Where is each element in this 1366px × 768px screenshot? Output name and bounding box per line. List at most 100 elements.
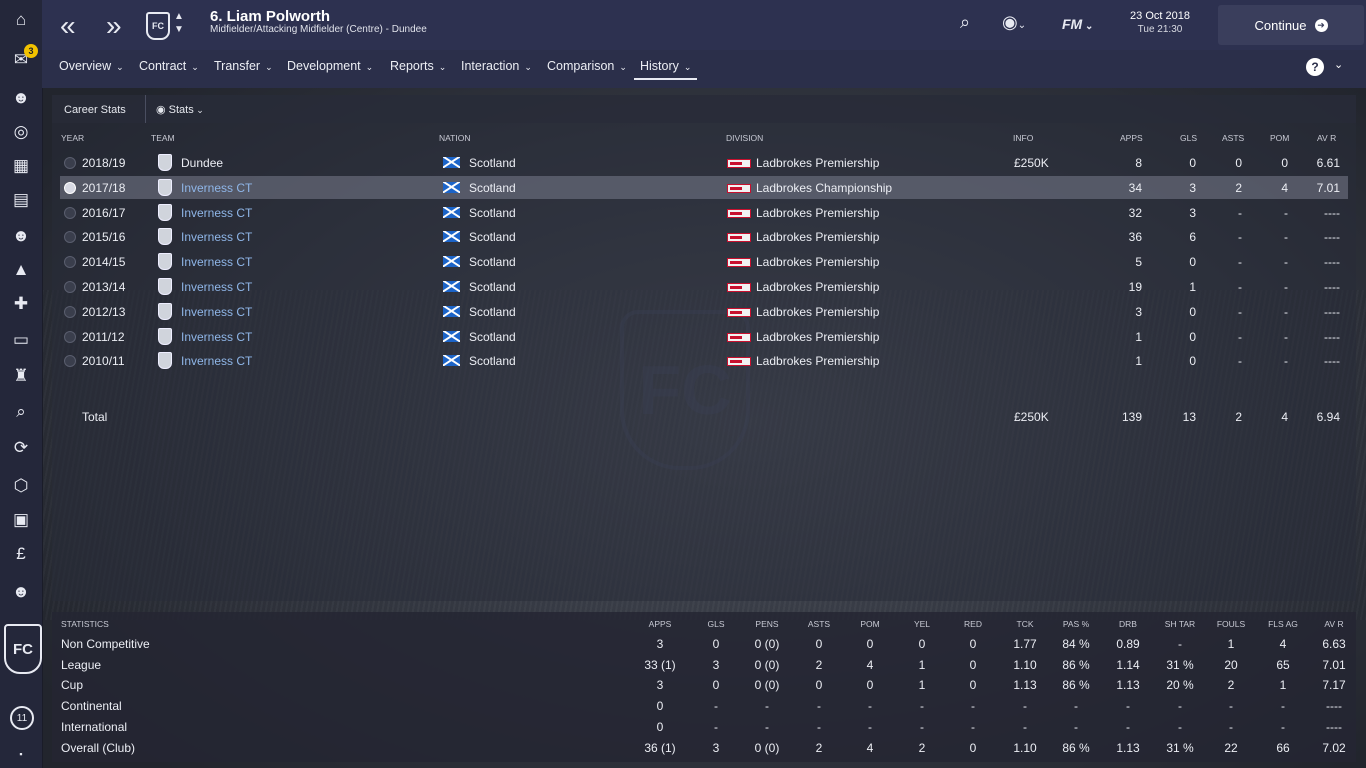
table-row[interactable]: 2017/18 Inverness CT Scotland Ladbrokes Cha… <box>60 175 1348 199</box>
nation-cell[interactable]: Scotland <box>469 206 516 220</box>
search-icon[interactable]: ⌕ <box>960 12 970 33</box>
stats-col-header[interactable]: SH TAR <box>1155 619 1205 629</box>
col-pom[interactable]: POM <box>1270 133 1289 143</box>
col-year[interactable]: YEAR <box>61 133 84 143</box>
tab-interaction[interactable]: Interaction ⌄ <box>461 59 532 73</box>
nation-cell[interactable]: Scotland <box>469 280 516 294</box>
squad-icon[interactable]: ☻ <box>9 86 33 110</box>
division-cell[interactable]: Ladbrokes Premiership <box>756 330 879 344</box>
table-row[interactable]: 2016/17 Inverness CT Scotland Ladbrokes Pre… <box>60 201 1348 224</box>
help-icon[interactable]: ? <box>1306 58 1324 76</box>
table-row[interactable]: 2011/12 Inverness CT Scotland Ladbrokes Pre… <box>60 325 1348 348</box>
team-cell[interactable]: Inverness CT <box>181 280 252 294</box>
stats-col-header[interactable]: PAS % <box>1051 619 1101 629</box>
row-select-radio[interactable] <box>64 281 76 293</box>
team-cell[interactable]: Inverness CT <box>181 354 252 368</box>
stats-col-header[interactable]: STATISTICS <box>61 619 109 629</box>
tab-transfer[interactable]: Transfer ⌄ <box>214 59 273 73</box>
stats-col-header[interactable]: FOULS <box>1206 619 1256 629</box>
nation-cell[interactable]: Scotland <box>469 181 516 195</box>
home-icon[interactable]: ⌂ <box>9 8 33 32</box>
col-apps[interactable]: APPS <box>1120 133 1143 143</box>
tactics-icon[interactable]: ▦ <box>9 154 33 178</box>
division-cell[interactable]: Ladbrokes Championship <box>756 181 892 195</box>
scouting-icon[interactable]: ⌕ <box>9 400 33 424</box>
data-hub-icon[interactable]: ▤ <box>9 188 33 212</box>
career-stats-label[interactable]: Career Stats <box>64 104 126 116</box>
nation-cell[interactable]: Scotland <box>469 354 516 368</box>
tab-history[interactable]: History ⌄ <box>634 59 698 80</box>
division-cell[interactable]: Ladbrokes Premiership <box>756 206 879 220</box>
club-crest-icon[interactable]: FC <box>146 12 170 40</box>
nation-cell[interactable]: Scotland <box>469 305 516 319</box>
u20-squad-icon[interactable]: ☻ <box>9 580 33 604</box>
stats-row[interactable]: Cup 3 0 0 (0) 0 0 1 0 1.13 86 % 1.13 20 % 2 1 7.17 <box>61 676 1351 696</box>
team-cell[interactable]: Inverness CT <box>181 305 252 319</box>
table-row[interactable]: 2014/15 Inverness CT Scotland Ladbrokes Pre… <box>60 250 1348 273</box>
finances-pound-icon[interactable]: £ <box>9 542 33 566</box>
division-cell[interactable]: Ladbrokes Premiership <box>756 354 879 368</box>
team-cell[interactable]: Inverness CT <box>181 181 252 195</box>
col-asts[interactable]: ASTS <box>1222 133 1244 143</box>
tab-contract[interactable]: Contract ⌄ <box>139 59 199 73</box>
team-cell[interactable]: Inverness CT <box>181 230 252 244</box>
stats-row[interactable]: International 0- - - - - - - - - - - - ---- <box>61 718 1351 738</box>
team-cell[interactable]: Inverness CT <box>181 330 252 344</box>
col-gls[interactable]: GLS <box>1180 133 1197 143</box>
col-avr[interactable]: AV R <box>1317 133 1336 143</box>
stats-col-header[interactable]: ASTS <box>794 619 844 629</box>
table-row[interactable]: 2015/16 Inverness CT Scotland Ladbrokes Pre… <box>60 225 1348 248</box>
stats-col-header[interactable]: DRB <box>1103 619 1153 629</box>
back-arrow-icon[interactable]: « <box>60 10 75 42</box>
stats-col-header[interactable]: RED <box>948 619 998 629</box>
stats-view-dropdown[interactable]: ◉ Stats ⌄ <box>156 103 204 116</box>
table-row[interactable]: 2010/11 Inverness CT Scotland Ladbrokes Pre… <box>60 349 1348 372</box>
tab-reports[interactable]: Reports ⌄ <box>390 59 446 73</box>
staff-icon[interactable]: ☻ <box>9 224 33 248</box>
fm-menu-button[interactable]: FM ⌄ <box>1062 16 1093 32</box>
squad-number-icon[interactable]: 11 <box>10 706 34 730</box>
col-nation[interactable]: NATION <box>439 133 470 143</box>
division-cell[interactable]: Ladbrokes Premiership <box>756 156 879 170</box>
continue-button[interactable]: Continue ➜ <box>1218 5 1364 45</box>
dynamics-icon[interactable]: ◎ <box>9 120 33 144</box>
nation-cell[interactable]: Scotland <box>469 330 516 344</box>
stats-col-header[interactable]: APPS <box>635 619 685 629</box>
stats-row[interactable]: League 33 (1) 3 0 (0) 2 4 1 0 1.10 86 % 1.14 31 % 20… <box>61 656 1351 676</box>
team-cell[interactable]: Inverness CT <box>181 206 252 220</box>
stats-col-header[interactable]: TCK <box>1000 619 1050 629</box>
schedule-icon[interactable]: ▭ <box>9 328 33 352</box>
training-icon[interactable]: ▲ <box>9 258 33 282</box>
tab-overview[interactable]: Overview ⌄ <box>59 59 124 73</box>
stats-col-header[interactable]: PENS <box>742 619 792 629</box>
player-switch-icon[interactable]: ▲ ▼ <box>174 10 184 36</box>
stats-col-header[interactable]: YEL <box>897 619 947 629</box>
stats-row[interactable]: Overall (Club) 36 (1) 3 0 (0) 2 4 2 0 1.10 86 % 1.… <box>61 739 1351 759</box>
team-cell[interactable]: Inverness CT <box>181 255 252 269</box>
division-cell[interactable]: Ladbrokes Premiership <box>756 305 879 319</box>
chevron-down-icon[interactable]: ⌄ <box>1334 58 1343 71</box>
division-cell[interactable]: Ladbrokes Premiership <box>756 280 879 294</box>
nation-cell[interactable]: Scotland <box>469 156 516 170</box>
row-select-radio[interactable] <box>64 231 76 244</box>
col-team[interactable]: TEAM <box>151 133 175 143</box>
stats-col-header[interactable]: POM <box>845 619 895 629</box>
row-select-radio[interactable] <box>64 256 76 269</box>
row-select-radio[interactable] <box>64 355 76 368</box>
division-cell[interactable]: Ladbrokes Premiership <box>756 230 879 244</box>
stats-col-header[interactable]: AV R <box>1309 619 1359 629</box>
division-cell[interactable]: Ladbrokes Premiership <box>756 255 879 269</box>
stats-col-header[interactable]: GLS <box>691 619 741 629</box>
row-select-radio[interactable] <box>64 206 76 219</box>
nation-cell[interactable]: Scotland <box>469 230 516 244</box>
table-row[interactable]: 2012/13 Inverness CT Scotland Ladbrokes Pre… <box>60 300 1348 323</box>
finances-briefcase-icon[interactable]: ▣ <box>9 508 33 532</box>
row-select-radio[interactable] <box>64 305 76 318</box>
row-select-radio[interactable] <box>64 181 76 194</box>
stats-row[interactable]: Continental 0- - - - - - - - - - - - ---- <box>61 697 1351 717</box>
nation-cell[interactable]: Scotland <box>469 255 516 269</box>
medical-icon[interactable]: ✚ <box>9 292 33 316</box>
col-info[interactable]: INFO <box>1013 133 1033 143</box>
club-crest-button[interactable]: FC <box>4 624 42 674</box>
row-select-radio[interactable] <box>64 157 76 169</box>
